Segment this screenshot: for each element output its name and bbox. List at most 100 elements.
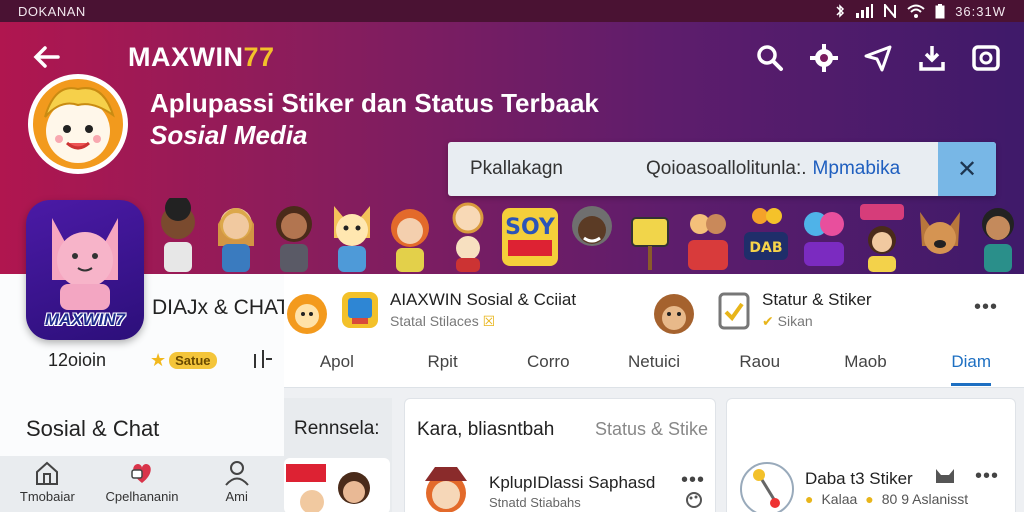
featured-sub-1: Statal Stilaces xyxy=(390,313,479,329)
featured-title-1: AIAXWIN Sosial & Cciiat xyxy=(390,290,577,309)
mascot-logo xyxy=(28,74,128,174)
signal-icon xyxy=(856,4,874,18)
cat-face-icon[interactable] xyxy=(933,467,957,487)
card-sub-2: Status & Stike xyxy=(595,419,709,439)
search-link[interactable]: Mpmabika xyxy=(813,158,901,179)
more-options-icon[interactable]: ••• xyxy=(974,296,998,319)
search-scope[interactable]: Pkallakagn xyxy=(448,158,624,180)
tab-6[interactable]: Maob xyxy=(813,348,919,388)
card-item-sub-2: Stnatd Stiabahs xyxy=(489,495,581,510)
more-options-icon[interactable]: ••• xyxy=(681,469,705,492)
data-sticker-card[interactable]: Daba t3 Stiker ● Kalaa ● 80 9 Aslanisst … xyxy=(726,398,1016,512)
sticker-kids-icon[interactable] xyxy=(682,198,734,274)
recommend-card[interactable]: Rennsela: xyxy=(284,398,392,512)
sticker-girl-icon[interactable] xyxy=(210,198,262,274)
share-icon[interactable] xyxy=(252,350,274,375)
palette-icon[interactable] xyxy=(685,491,703,509)
sticker-dog-icon[interactable] xyxy=(914,198,966,274)
status-bar: DOKANAN 36:31W xyxy=(0,0,1024,22)
tab-2[interactable]: Rpit xyxy=(390,348,496,388)
tab-1[interactable]: Apol xyxy=(284,348,390,388)
tab-7[interactable]: Diam xyxy=(918,348,1024,388)
sticker-boy-icon[interactable] xyxy=(152,198,204,274)
sticker-soy-text-icon[interactable]: SOY xyxy=(500,198,560,274)
search-input[interactable]: Qoioasoallolitunla:. Mpmabika xyxy=(624,158,938,180)
nav-item-chat[interactable]: Cpelhananin xyxy=(95,456,190,512)
card-item-sub-3: Kalaa xyxy=(821,491,858,507)
sticker-cat-icon[interactable] xyxy=(326,198,378,274)
rating-count: 12oioin xyxy=(48,350,107,370)
category-tabs: Apol Rpit Corro Netuici Raou Maob Diam xyxy=(284,348,1024,388)
check-icon: ☒ xyxy=(482,313,496,329)
coin-icon: ● xyxy=(805,491,814,507)
nav-label-chat: Cpelhananin xyxy=(105,489,179,504)
search-query: Qoioasoallolitunla:. xyxy=(646,158,807,179)
app-icon[interactable]: MAXWIN7 xyxy=(26,200,144,340)
sticker-status-card[interactable]: Kara, bliasntbah Status & Stike KplupIDl… xyxy=(404,398,716,512)
sticker-dab-icon[interactable]: DAB xyxy=(740,198,792,274)
nav-item-profile[interactable]: Ami xyxy=(189,456,284,512)
featured-item-1[interactable]: AIAXWIN Sosial & Cciiat Statal Stilaces … xyxy=(340,290,576,330)
brand-name: MAXWIN xyxy=(128,42,244,72)
more-options-icon[interactable]: ••• xyxy=(975,465,999,488)
sticker-sign-icon[interactable] xyxy=(624,198,676,274)
featured-item-2[interactable]: Statur & Stiker ✔ Sikan xyxy=(716,290,872,330)
featured-sub-2: Sikan xyxy=(777,313,813,329)
card-item-title-3: Daba t3 Stiker xyxy=(805,469,913,488)
badminton-sticker-icon xyxy=(740,462,794,512)
sticker-redhead-icon[interactable] xyxy=(384,198,436,274)
star-icon: ★ xyxy=(150,350,167,370)
battery-icon xyxy=(935,3,945,18)
hero-banner: MAXWIN77 Aplupassi Stiker dan Status Ter… xyxy=(0,22,1024,274)
status-badge: ★ Satue xyxy=(150,350,217,371)
sticker-pack-icon xyxy=(718,292,750,330)
search-icon[interactable] xyxy=(754,42,786,74)
nav-label-home: Tmobaiar xyxy=(19,489,75,504)
app-icon-label: MAXWIN7 xyxy=(44,310,126,329)
search-bar[interactable]: Pkallakagn Qoioasoallolitunla:. Mpmabika … xyxy=(448,142,996,196)
sticker-baby-icon[interactable] xyxy=(442,198,494,274)
hero-headline: Aplupassi Stiker dan Status Terbaak xyxy=(150,88,599,118)
nav-label-profile: Ami xyxy=(225,489,248,504)
nfc-icon xyxy=(884,4,897,18)
card-title-2: Kara, bliasntbah xyxy=(417,419,555,440)
tab-3[interactable]: Corro xyxy=(495,348,601,388)
carrier-label: DOKANAN xyxy=(18,3,86,19)
brand-logo-text: MAXWIN77 xyxy=(128,42,275,73)
tab-4[interactable]: Netuici xyxy=(601,348,707,388)
app-store-icon xyxy=(342,292,378,328)
back-arrow-icon[interactable] xyxy=(32,42,64,74)
card-title-1: Rennsela: xyxy=(294,418,380,439)
hat-girl-sticker-icon xyxy=(425,467,467,512)
download-icon[interactable] xyxy=(916,42,948,74)
sticker-strip: SOY DAB MAXW xyxy=(152,192,1024,274)
check-icon: ✔ xyxy=(762,313,774,329)
sticker-woman-icon[interactable] xyxy=(268,198,320,274)
coin-icon: ● xyxy=(865,491,874,507)
send-icon[interactable] xyxy=(862,42,894,74)
close-icon[interactable]: ✕ xyxy=(938,142,996,196)
camera-icon[interactable] xyxy=(970,42,1002,74)
home-icon xyxy=(36,461,59,485)
tab-5[interactable]: Raou xyxy=(707,348,813,388)
sticker-trophy-girl-icon[interactable] xyxy=(856,198,908,274)
bottom-nav: Tmobaiar Cpelhananin Ami xyxy=(0,456,284,512)
nav-item-home[interactable]: Tmobaiar xyxy=(0,456,95,512)
clock: 36:31W xyxy=(955,3,1006,19)
card-item-meta-3: ● Kalaa ● 80 9 Aslanisst xyxy=(805,491,968,507)
card-item-title-2: KplupIDlassi Saphasd xyxy=(489,473,656,492)
featured-title-2: Statur & Stiker xyxy=(762,290,872,309)
lion-sticker-icon[interactable] xyxy=(284,292,330,336)
settings-icon[interactable] xyxy=(808,42,840,74)
sticker-curly-icon[interactable] xyxy=(566,198,618,274)
profile-icon xyxy=(224,461,249,486)
hero-subhead: Sosial Media xyxy=(150,120,308,150)
monkey-sticker-icon[interactable] xyxy=(650,292,698,336)
sticker-monsters-icon[interactable] xyxy=(798,198,850,274)
sticker-man-icon[interactable] xyxy=(972,198,1024,274)
header-toolbar xyxy=(754,42,1002,74)
featured-section: AIAXWIN Sosial & Cciiat Statal Stilaces … xyxy=(284,274,1024,388)
bluetooth-icon xyxy=(836,4,845,18)
brand-number: 77 xyxy=(243,42,275,72)
card-item-stats-3: 80 9 Aslanisst xyxy=(881,491,969,507)
